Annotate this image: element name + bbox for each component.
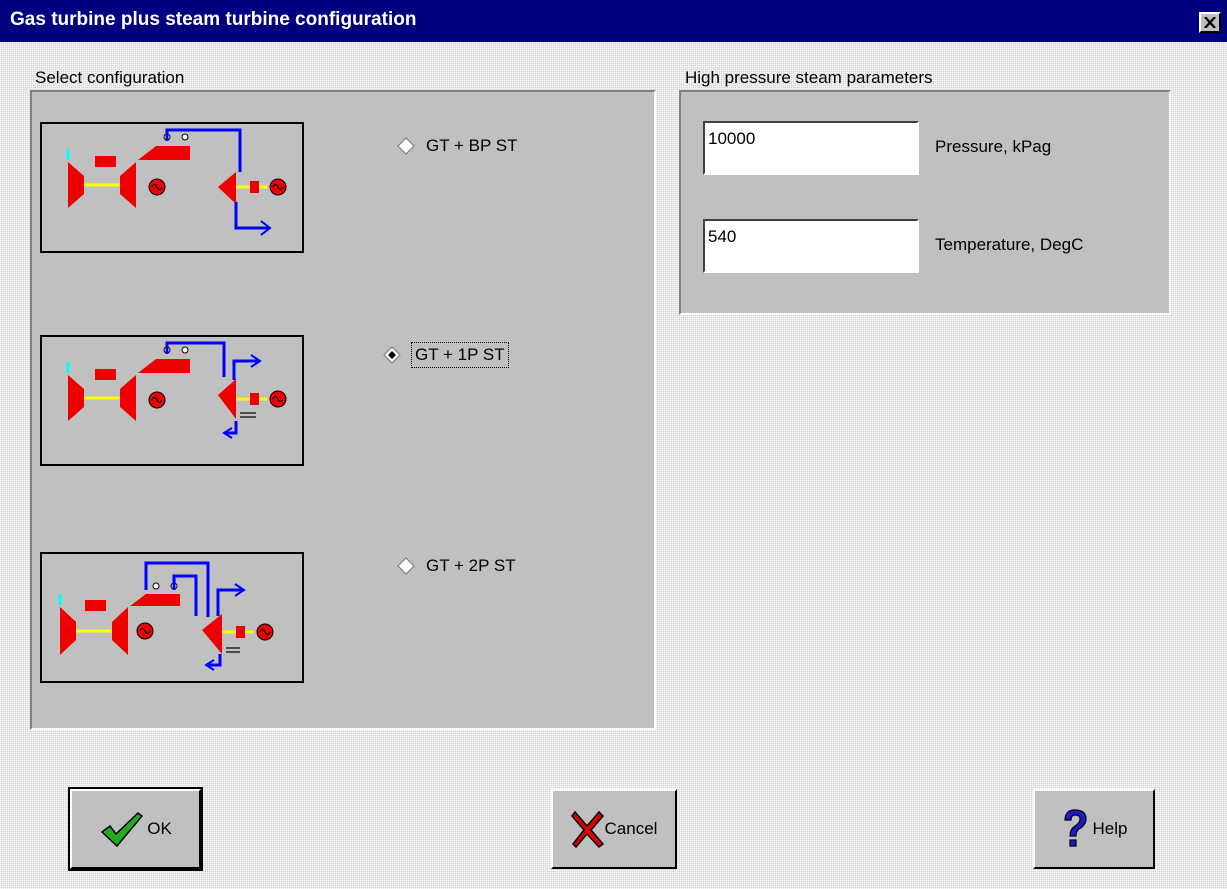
temperature-field[interactable]: 540 xyxy=(703,219,919,273)
window-title: Gas turbine plus steam turbine configura… xyxy=(10,9,417,30)
configuration-group-label: Select configuration xyxy=(35,68,185,87)
pressure-field[interactable]: 10000 xyxy=(703,121,919,175)
option-label: GT + 2P ST xyxy=(426,556,516,575)
pressure-label: Pressure, kPag xyxy=(935,137,1052,156)
close-button[interactable] xyxy=(1199,12,1221,33)
option-gt-bp-st[interactable]: GT + BP ST xyxy=(396,136,518,156)
temperature-label: Temperature, DegC xyxy=(935,235,1084,254)
radio-unselected-icon[interactable] xyxy=(396,136,416,156)
ok-button[interactable]: OK xyxy=(68,787,203,871)
radio-unselected-icon[interactable] xyxy=(396,556,416,576)
question-mark-icon xyxy=(1061,808,1089,850)
option-label: GT + 1P ST xyxy=(411,342,509,368)
gt-1p-st-diagram xyxy=(40,335,304,466)
help-label: Help xyxy=(1092,819,1128,838)
steam-parameters-group: High pressure steam parameters 10000 Pre… xyxy=(679,68,1171,315)
radio-selected-icon[interactable] xyxy=(382,345,402,365)
cancel-button[interactable]: Cancel xyxy=(551,789,677,869)
option-label: GT + BP ST xyxy=(426,136,518,155)
help-button[interactable]: Help xyxy=(1033,789,1155,869)
option-gt-1p-st[interactable]: GT + 1P ST xyxy=(382,342,509,368)
option-gt-2p-st[interactable]: GT + 2P ST xyxy=(396,556,516,576)
close-icon xyxy=(1204,17,1216,28)
checkmark-icon xyxy=(99,810,144,848)
steam-parameters-group-label: High pressure steam parameters xyxy=(685,68,933,87)
x-icon xyxy=(570,809,605,849)
gt-2p-st-diagram xyxy=(40,552,304,683)
title-bar: Gas turbine plus steam turbine configura… xyxy=(0,0,1227,42)
configuration-group: Select configuration GT + BP ST GT + 1P … xyxy=(30,68,656,730)
cancel-label: Cancel xyxy=(604,819,658,838)
ok-label: OK xyxy=(147,819,172,838)
gt-bp-st-diagram xyxy=(40,122,304,253)
